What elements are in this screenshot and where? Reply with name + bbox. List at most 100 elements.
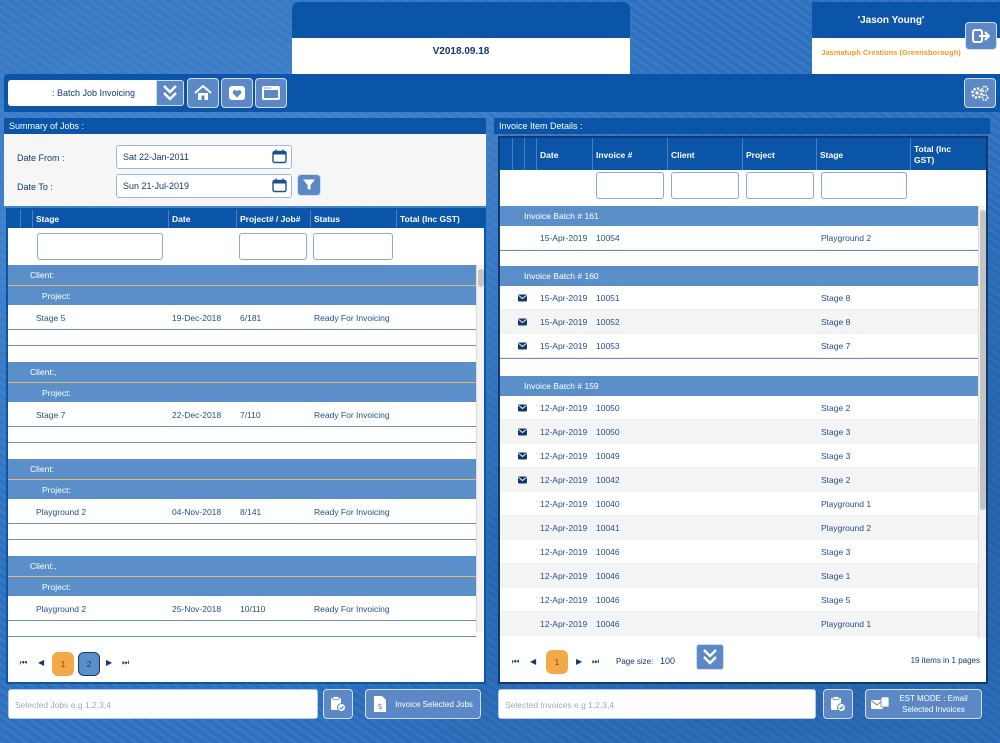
selected-invoices-input[interactable]: Selected Invoices e.g 1,2,3,4 [498,689,816,719]
jobs-grid-header: Stage Date Project# / Job# Status Total … [8,210,484,228]
project-filter-input[interactable] [746,172,814,199]
batch-label: Invoice Batch # 161 [524,211,599,221]
group-client-row[interactable]: Client: [8,459,476,479]
date-from-input[interactable]: Sat 22-Jan-2011 [116,145,292,169]
group-client-row[interactable]: Client:, [8,556,476,576]
invoice-cell: 10050 [596,426,620,437]
col-stage[interactable]: Stage [820,150,843,160]
selected-jobs-input[interactable]: Selected Jobs e.g 1,2,3,4 [8,689,318,719]
group-project-row[interactable]: Project: [8,576,476,596]
group-project-row[interactable]: Project: [8,382,476,402]
col-total[interactable]: Total (Inc GST) [914,144,970,166]
table-row[interactable]: 12-Apr-2019 10046 Playground 1 [500,612,978,636]
table-row[interactable]: 15-Apr-2019 10051 Stage 8 [500,286,978,310]
table-row[interactable]: 12-Apr-2019 10042 Stage 2 [500,468,978,492]
date-from-value: Sat 22-Jan-2011 [123,152,189,162]
page-button-1[interactable]: 1 [546,650,568,674]
table-row[interactable]: 12-Apr-2019 10046 Stage 1 [500,564,978,588]
table-row[interactable]: Stage 5 19-Dec-2018 6/181 Ready For Invo… [8,306,476,330]
col-project-job[interactable]: Project# / Job# [240,214,300,224]
settings-button[interactable] [964,78,996,108]
first-page-icon[interactable]: ⏮ [20,658,27,668]
next-page-icon[interactable]: ▶ [576,657,582,666]
col-total[interactable]: Total (Inc GST) [400,214,460,224]
scrollbar-thumb[interactable] [478,269,484,287]
menu-dropdown-button[interactable] [156,80,184,106]
job-cell: 8/141 [240,506,262,517]
window-button[interactable] [255,78,287,108]
summary-of-jobs-header: Summary of Jobs : [4,118,486,134]
table-row[interactable]: 15-Apr-2019 10052 Stage 8 [500,310,978,334]
prev-page-icon[interactable]: ◀ [38,658,44,667]
page-size-value[interactable]: 100 [660,656,675,666]
home-button[interactable] [187,78,219,108]
invoice-cell: 10046 [596,546,620,557]
table-row[interactable]: 15-Apr-2019 10053 Stage 7 [500,334,978,358]
stage-cell: Playground 1 [821,618,872,629]
favorites-button[interactable] [221,78,253,108]
table-row[interactable]: 12-Apr-2019 10041 Playground 2 [500,516,978,540]
last-page-icon[interactable]: ⏭ [122,658,129,668]
col-invoice-number[interactable]: Invoice # [596,150,632,160]
last-page-icon[interactable]: ⏭ [592,657,599,667]
col-stage[interactable]: Stage [36,214,59,224]
stage-cell: Playground 2 [36,506,87,517]
page-button-2[interactable]: 2 [78,652,100,676]
next-page-icon[interactable]: ▶ [106,658,112,667]
group-project-row[interactable]: Project: [8,285,476,305]
select-invoices-button[interactable] [823,689,853,719]
table-row[interactable]: Playground 2 25-Nov-2018 10/110 Ready Fo… [8,597,476,621]
table-row[interactable]: 12-Apr-2019 10046 Stage 5 [500,588,978,612]
select-jobs-button[interactable] [323,689,353,719]
apply-filter-button[interactable] [297,174,321,196]
jobs-grid-scrollbar[interactable] [476,265,484,632]
batch-row[interactable]: Invoice Batch # 161 [500,206,978,226]
date-to-input[interactable]: Sun 21-Jul-2019 [116,174,292,198]
project-job-filter-input[interactable] [239,233,307,260]
first-page-icon[interactable]: ⏮ [512,657,519,667]
table-row[interactable]: 12-Apr-2019 10050 Stage 3 [500,420,978,444]
table-row[interactable]: 15-Apr-2019 10054 Playground 2 [500,226,978,250]
logout-button[interactable] [965,22,997,50]
status-filter-input[interactable] [313,233,393,260]
calendar-icon[interactable] [272,149,287,164]
client-filter-input[interactable] [671,172,739,199]
date-cell: 12-Apr-2019 [540,450,588,461]
col-client[interactable]: Client [671,150,695,160]
calendar-icon[interactable] [272,178,287,193]
invoice-selected-jobs-button[interactable]: $ Invoice Selected Jobs [365,689,481,719]
group-project-row[interactable]: Project: [8,479,476,499]
col-date[interactable]: Date [172,214,190,224]
group-client-row[interactable]: Client: [8,265,476,285]
scrollbar-thumb[interactable] [980,210,986,510]
table-row[interactable]: 12-Apr-2019 10040 Playground 1 [500,492,978,516]
table-row[interactable]: Playground 2 04-Nov-2018 8/141 Ready For… [8,500,476,524]
invoices-grid-scrollbar[interactable] [978,206,986,638]
menu-select[interactable]: : Batch Job Invoicing [8,80,156,106]
invoices-grid: Date Invoice # Client Project Stage Tota… [498,136,988,684]
batch-row[interactable]: Invoice Batch # 159 [500,376,978,396]
prev-page-icon[interactable]: ◀ [530,657,536,666]
invoice-cell: 10052 [596,316,620,327]
table-row[interactable]: 12-Apr-2019 10046 Stage 3 [500,540,978,564]
date-cell: 04-Nov-2018 [172,506,222,517]
page-size-dropdown[interactable] [696,644,724,670]
table-row[interactable]: 12-Apr-2019 10050 Stage 2 [500,396,978,420]
table-row[interactable]: 12-Apr-2019 10049 Stage 3 [500,444,978,468]
col-date[interactable]: Date [540,150,558,160]
page-button-1[interactable]: 1 [52,652,74,676]
date-to-value: Sun 21-Jul-2019 [123,181,190,191]
invoice-filter-input[interactable] [596,172,664,199]
email-selected-invoices-button[interactable]: EST MODE : Email Selected Invoices [865,689,982,719]
group-client-row[interactable]: Client:, [8,362,476,382]
stage-filter-input[interactable] [37,233,163,260]
stage-filter-input[interactable] [821,172,907,199]
col-project[interactable]: Project [746,150,775,160]
batch-row[interactable]: Invoice Batch # 160 [500,266,978,286]
email-icon [518,318,527,325]
email-icon [518,452,527,459]
status-cell: Ready For Invoicing [314,506,390,517]
date-cell: 15-Apr-2019 [540,340,588,351]
col-status[interactable]: Status [314,214,340,224]
table-row[interactable]: Stage 7 22-Dec-2018 7/110 Ready For Invo… [8,403,476,427]
